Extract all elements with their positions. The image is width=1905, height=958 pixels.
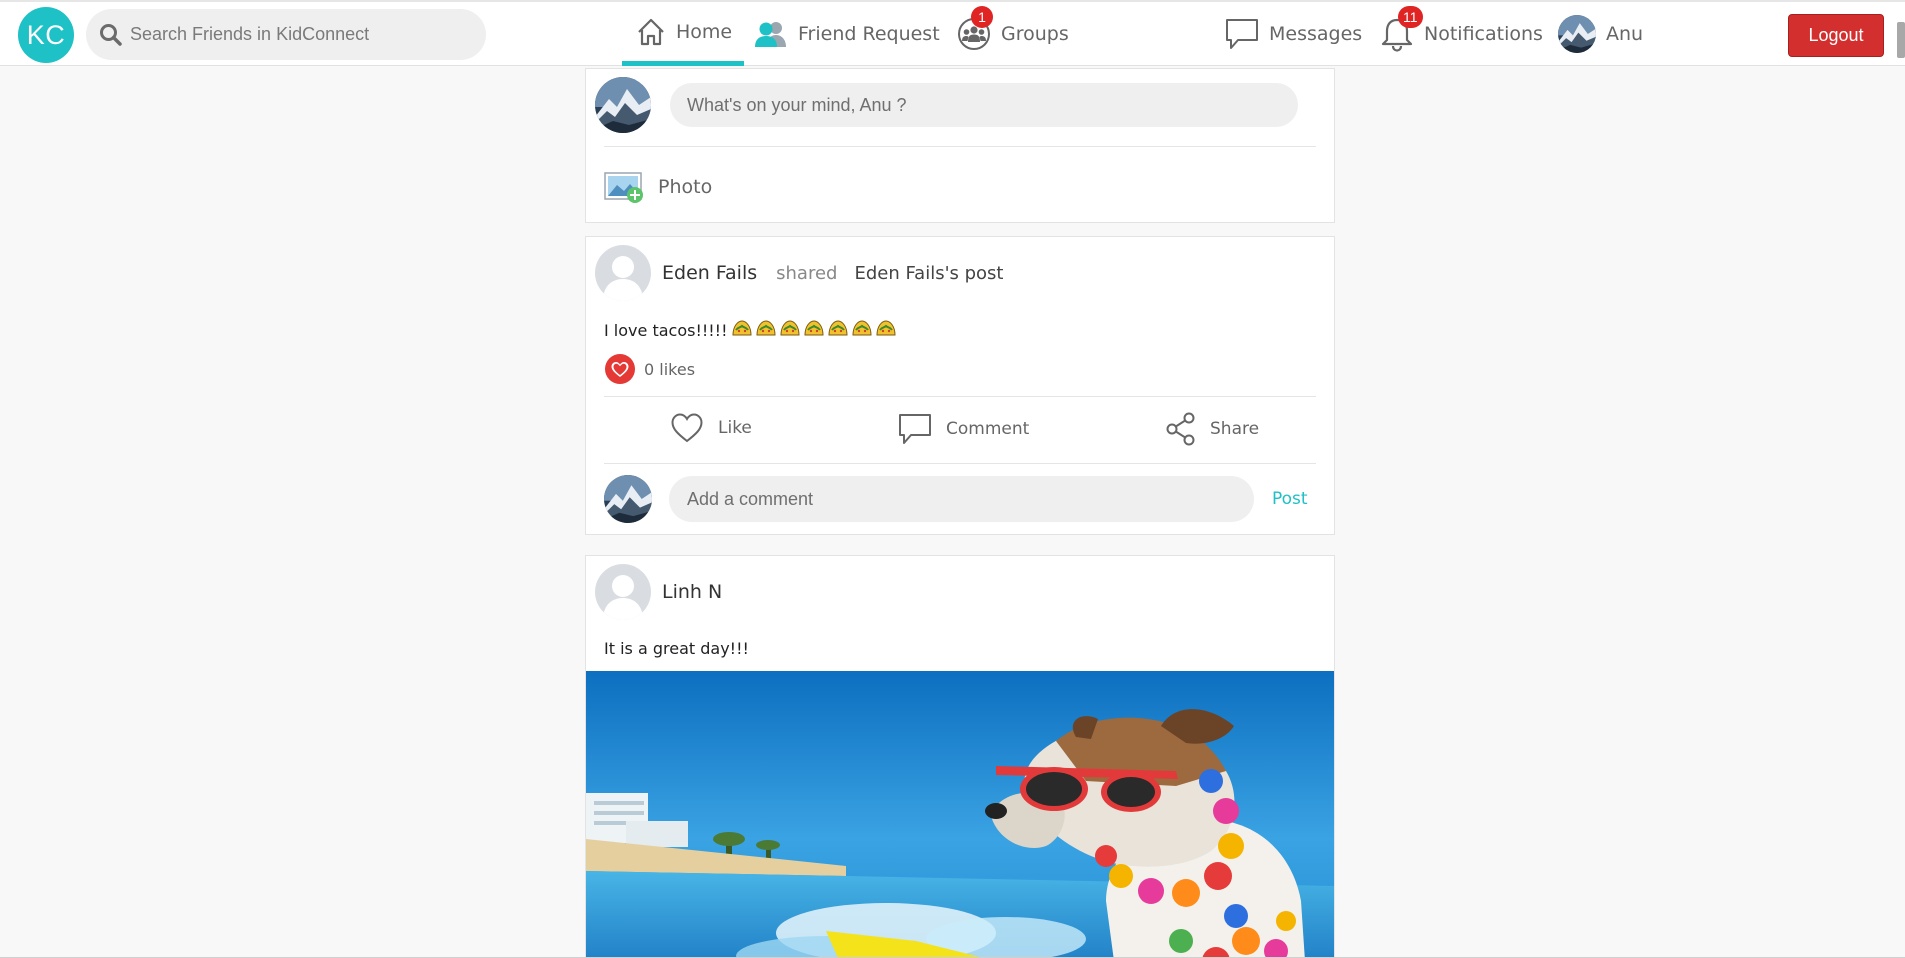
- search-bar[interactable]: [86, 9, 486, 60]
- nav-home-label: Home: [676, 20, 733, 43]
- comment-label: Comment: [946, 419, 1030, 439]
- divider: [604, 146, 1316, 147]
- nav-friend-request-label: Friend Request: [798, 23, 940, 45]
- add-photo-button[interactable]: Photo: [604, 169, 712, 205]
- comment-button[interactable]: Comment: [898, 412, 1029, 446]
- post-text: It is a great day!!!: [604, 639, 749, 658]
- add-photo-label: Photo: [658, 176, 713, 198]
- divider: [604, 396, 1316, 397]
- taco-emoji: [780, 320, 800, 336]
- nav-home[interactable]: Home: [622, 2, 744, 66]
- message-icon: [1226, 19, 1258, 49]
- taco-emoji: [828, 320, 848, 336]
- user-avatar: [1558, 15, 1596, 53]
- post-author[interactable]: Linh N: [662, 581, 722, 603]
- dog-surfing-photo: [586, 671, 1334, 958]
- post-text: I love tacos!!!!!: [604, 320, 728, 340]
- post-body: I love tacos!!!!!: [604, 320, 896, 340]
- divider: [604, 463, 1316, 464]
- share-label: Share: [1210, 419, 1260, 439]
- share-button[interactable]: Share: [1166, 412, 1259, 446]
- search-icon: [100, 23, 122, 46]
- top-navbar: KC Home Friend Request: [0, 0, 1905, 66]
- like-button[interactable]: Like: [670, 412, 752, 444]
- nav-groups[interactable]: 1 Groups: [957, 2, 1069, 66]
- share-icon: [1166, 412, 1195, 446]
- post-card: Eden Fails shared Eden Fails's post I lo…: [585, 236, 1335, 535]
- post-body: It is a great day!!!: [604, 639, 749, 658]
- nav-user-profile[interactable]: Anu: [1558, 2, 1643, 66]
- commenter-avatar: [604, 475, 652, 523]
- groups-badge: 1: [971, 6, 993, 28]
- comment-input[interactable]: [669, 476, 1254, 522]
- friends-icon: [755, 22, 786, 47]
- logout-button[interactable]: Logout: [1788, 14, 1884, 57]
- comment-composer: Post: [604, 475, 1308, 523]
- post-author[interactable]: Eden Fails: [662, 262, 757, 284]
- taco-emoji: [804, 320, 824, 336]
- search-input[interactable]: [130, 24, 470, 45]
- taco-emoji: [732, 320, 752, 336]
- heart-icon: [605, 354, 635, 384]
- composer-avatar: [595, 77, 651, 133]
- taco-emoji: [876, 320, 896, 336]
- post-header: Linh N: [595, 564, 722, 620]
- notifications-badge: 11: [1398, 6, 1423, 28]
- shared-label: shared: [776, 262, 838, 284]
- nav-friend-request[interactable]: Friend Request: [754, 2, 940, 66]
- post-card: Linh N It is a great day!!!: [585, 555, 1335, 958]
- user-name: Anu: [1606, 23, 1644, 45]
- post-comment-button[interactable]: Post: [1272, 489, 1308, 509]
- author-avatar[interactable]: [595, 245, 651, 301]
- nav-notifications[interactable]: 11 Notifications: [1380, 2, 1543, 66]
- nav-messages-label: Messages: [1269, 23, 1363, 45]
- likes-summary: 0 likes: [604, 353, 695, 385]
- status-input[interactable]: [670, 83, 1298, 127]
- taco-emoji: [852, 320, 872, 336]
- heart-outline-icon: [671, 413, 703, 443]
- shared-source-link[interactable]: Eden Fails's post: [854, 263, 1003, 284]
- author-avatar[interactable]: [595, 564, 651, 620]
- app-logo[interactable]: KC: [18, 7, 74, 63]
- home-icon: [638, 18, 664, 45]
- taco-emojis: [728, 320, 896, 340]
- post-composer: Photo: [585, 68, 1335, 223]
- nav-notifications-label: Notifications: [1424, 23, 1543, 45]
- comment-icon: [899, 414, 931, 444]
- likes-count: 0 likes: [644, 359, 696, 379]
- post-header: Eden Fails shared Eden Fails's post: [595, 245, 1004, 301]
- post-photo[interactable]: [586, 671, 1334, 958]
- add-photo-icon: [604, 172, 643, 203]
- nav-groups-label: Groups: [1001, 23, 1069, 45]
- like-label: Like: [718, 418, 752, 438]
- scrollbar-thumb[interactable]: [1897, 22, 1905, 58]
- taco-emoji: [756, 320, 776, 336]
- nav-messages[interactable]: Messages: [1225, 2, 1362, 66]
